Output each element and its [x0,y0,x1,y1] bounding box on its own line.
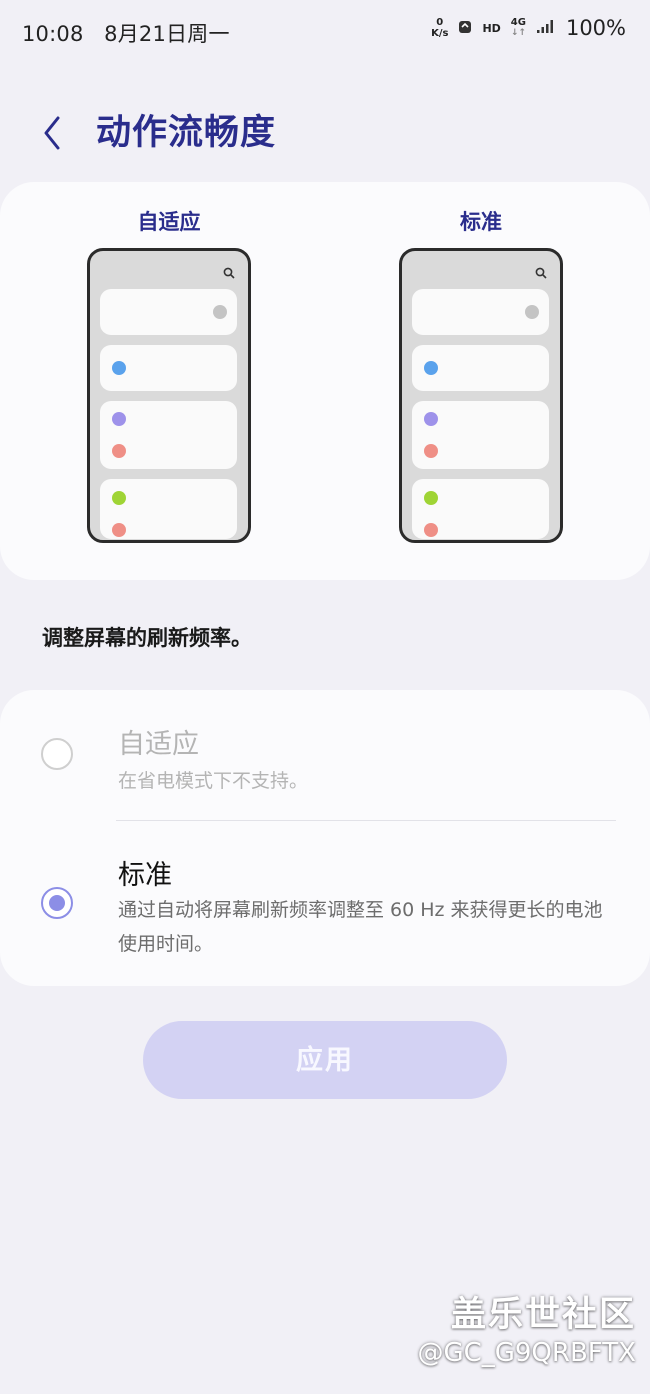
status-time: 10:08 8月21日周一 [22,18,230,48]
option-title-adaptive: 自适应 [118,729,199,760]
dot-icon [424,412,438,426]
dot-icon [525,305,539,319]
dot-icon [112,491,126,505]
dot-icon [424,444,438,458]
page-title: 动作流畅度 [96,113,277,153]
illustration-card [100,289,237,335]
signal-icon [536,18,556,38]
radio-standard[interactable] [41,887,73,919]
option-title-standard: 标准 [118,860,172,891]
option-standard[interactable]: 标准 通过自动将屏幕刷新频率调整至 60 Hz 来获得更长的电池使用时间。 [0,821,650,986]
search-icon [222,265,236,279]
preview-label-standard: 标准 [460,210,502,234]
watermark-user: @GC_G9QRBFTX [417,1338,636,1368]
dot-icon [112,361,126,375]
network-type: 4G [510,17,526,28]
illustration-card [412,479,549,539]
illustration-card [100,479,237,539]
chevron-left-icon [44,116,60,150]
apply-button[interactable]: 应用 [143,1021,507,1099]
preview-label-adaptive: 自适应 [137,210,201,234]
dot-icon [112,412,126,426]
status-bar: 10:08 8月21日周一 0 K/s HD 4G ↓↑ 100% [0,0,650,64]
data-arrows-icon: ↓↑ [510,28,526,38]
clock: 10:08 [22,22,84,46]
dot-icon [112,444,126,458]
option-subtitle-adaptive: 在省电模式下不支持。 [118,770,309,792]
page-header: 动作流畅度 [0,96,650,160]
back-button[interactable] [34,106,74,150]
hd-indicator: HD [482,21,501,35]
illustration-card [412,289,549,335]
phone-illustration [399,248,563,543]
dot-icon [424,361,438,375]
dot-icon [112,523,126,537]
phone-illustration [87,248,251,543]
illustration-card [100,345,237,391]
option-adaptive[interactable]: 自适应 在省电模式下不支持。 [0,690,650,820]
battery-level: 100% [565,16,626,40]
illustration-card [412,345,549,391]
net-speed-indicator: 0 K/s [431,17,448,39]
dot-icon [424,491,438,505]
preview-card: 自适应 标准 [0,182,650,580]
illustration-card [100,401,237,469]
recycle-icon [458,18,472,38]
watermark-brand: 盖乐世社区 [450,1295,636,1335]
search-icon [534,265,548,279]
net-speed-value: 0 [436,17,444,28]
option-subtitle-standard: 通过自动将屏幕刷新频率调整至 60 Hz 来获得更长的电池使用时间。 [118,899,603,955]
dot-icon [213,305,227,319]
illustration-card [412,401,549,469]
radio-adaptive[interactable] [41,738,73,770]
date: 8月21日周一 [104,22,230,46]
network-type-indicator: 4G ↓↑ [511,17,526,39]
dot-icon [424,523,438,537]
status-icons: 0 K/s HD 4G ↓↑ 100% [431,16,626,40]
net-speed-unit: K/s [431,28,449,39]
refresh-rate-options: 自适应 在省电模式下不支持。 标准 通过自动将屏幕刷新频率调整至 60 Hz 来… [0,690,650,986]
section-description: 调整屏幕的刷新频率。 [42,626,252,650]
